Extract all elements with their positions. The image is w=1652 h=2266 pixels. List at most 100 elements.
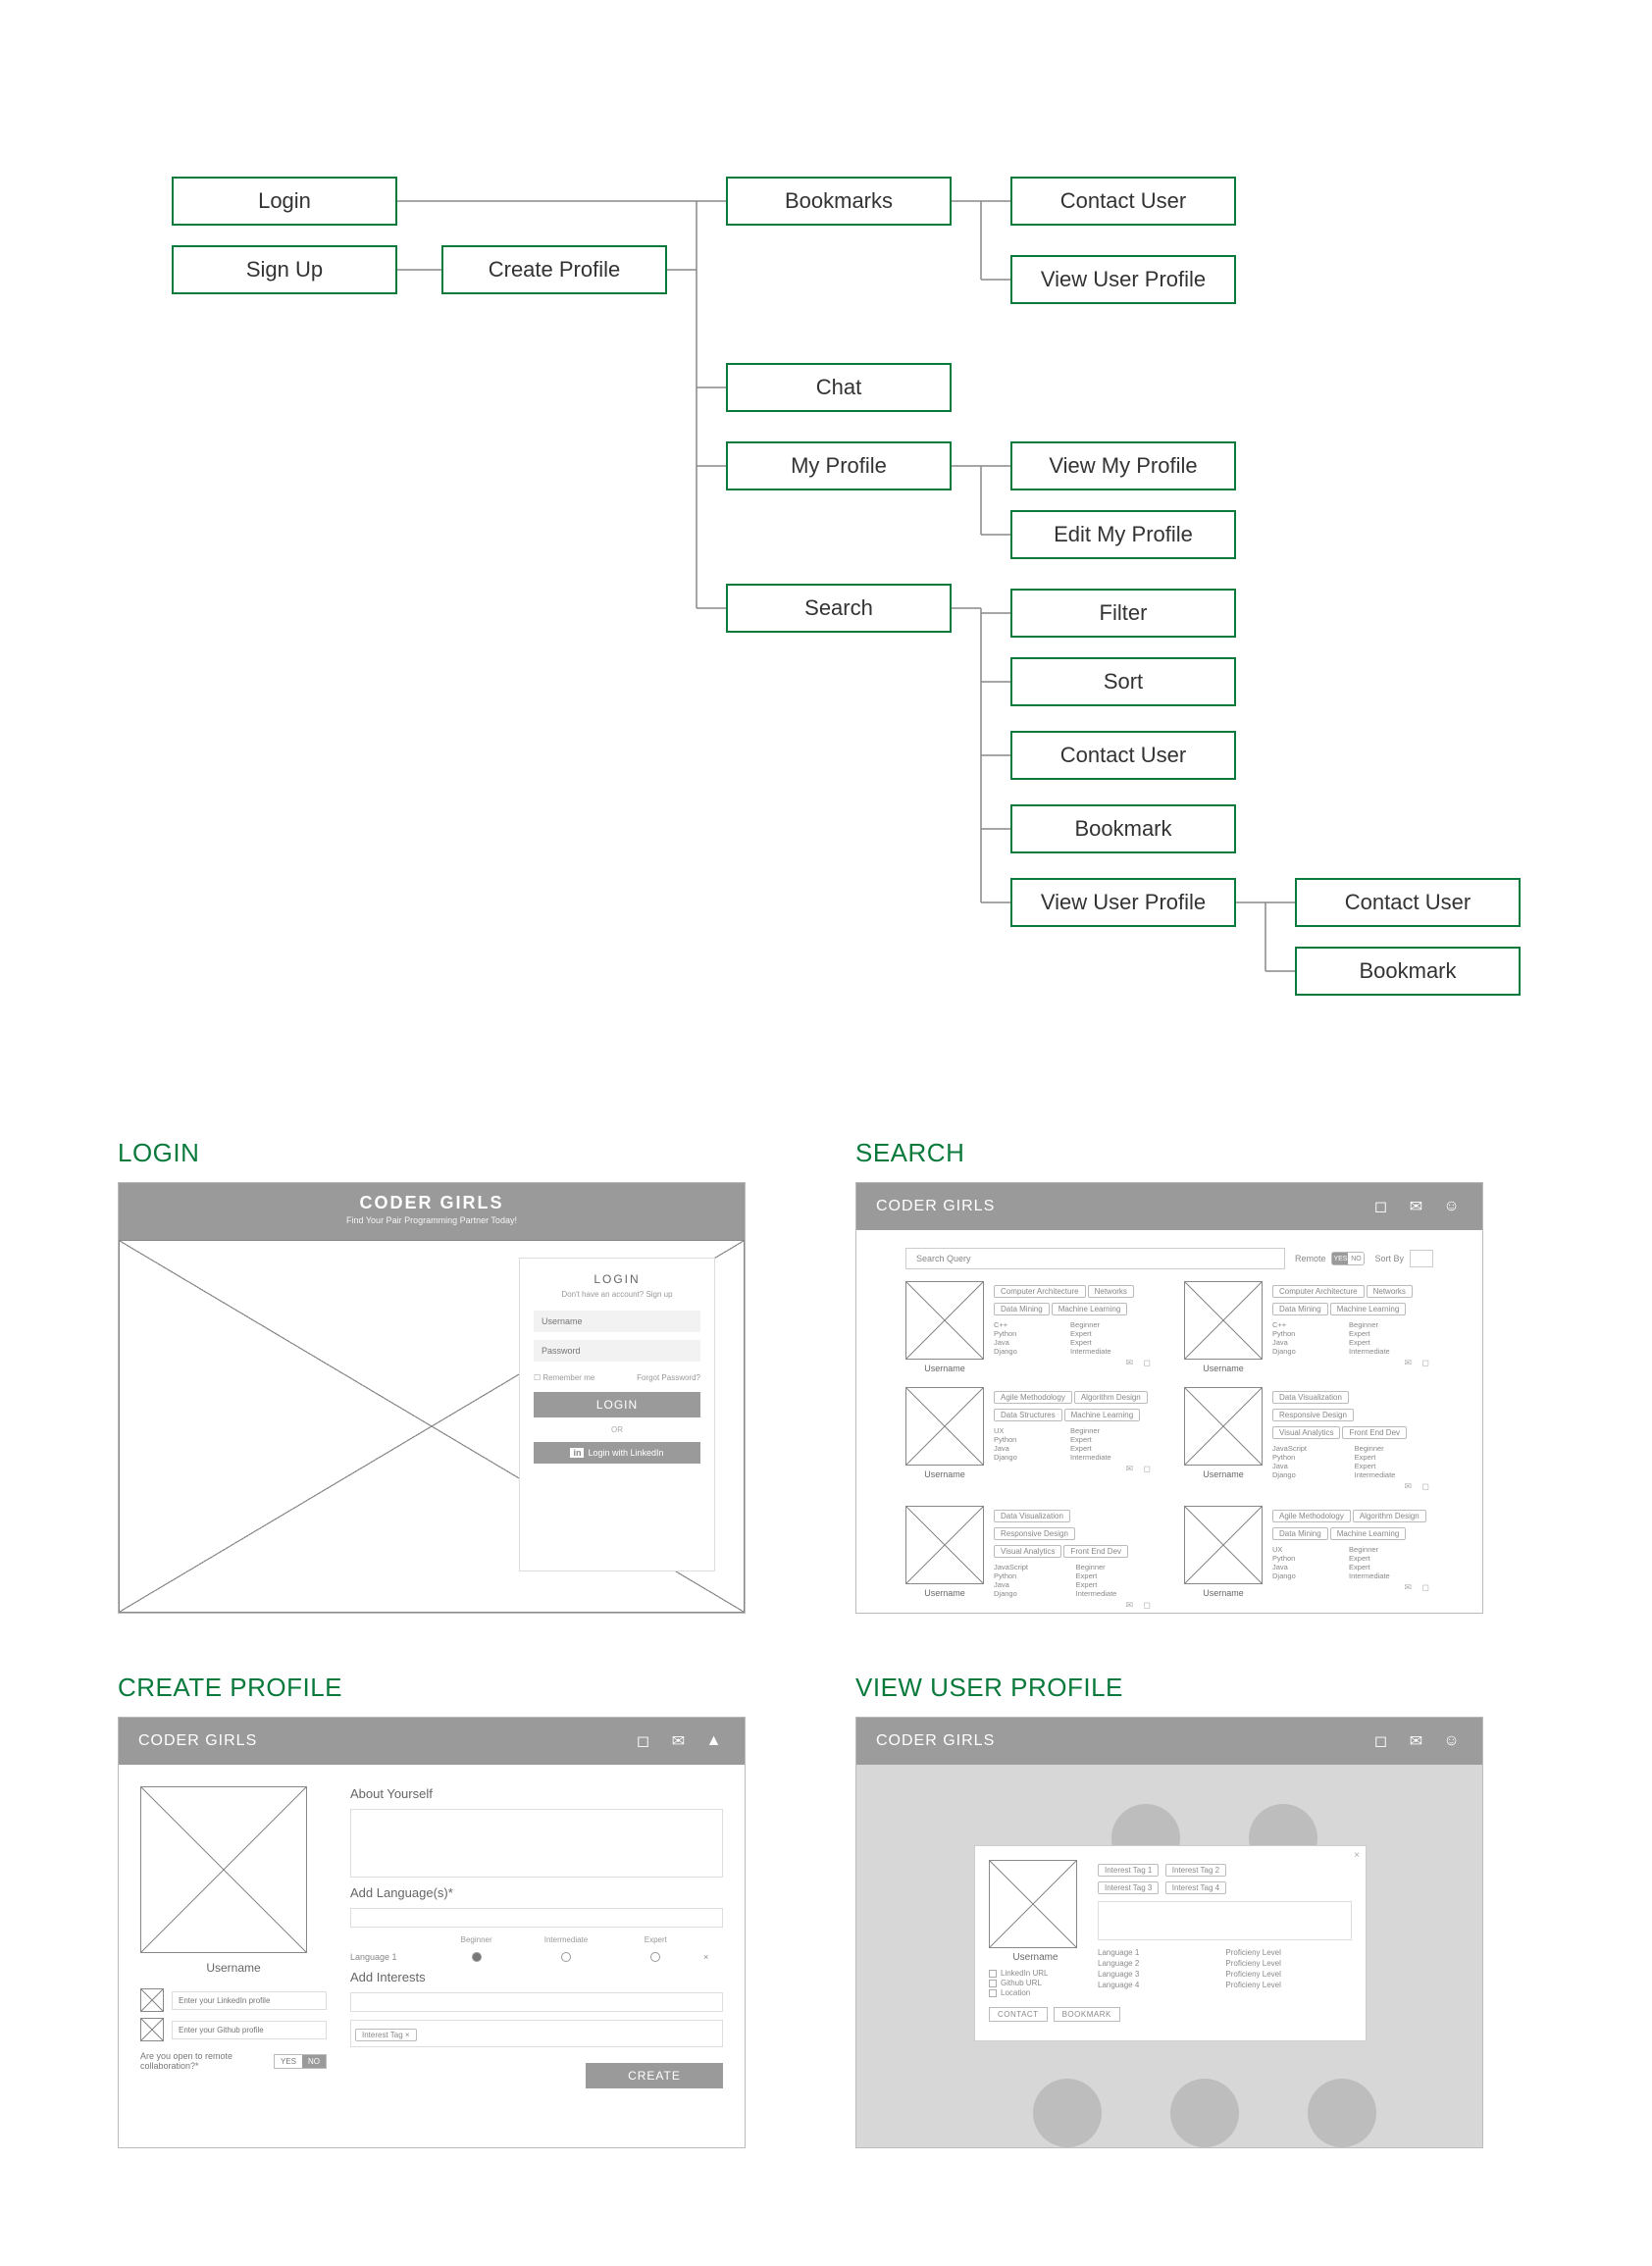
- brand: CODER GIRLS: [138, 1732, 257, 1750]
- mail-icon[interactable]: ✉: [668, 1730, 690, 1752]
- sitemap-diagram: Login Sign Up Create Profile Bookmarks C…: [0, 0, 1652, 1079]
- topbar: CODER GIRLS ◻ ✉ ▲: [119, 1718, 745, 1765]
- linkedin-login-button[interactable]: inLogin with LinkedIn: [534, 1442, 700, 1464]
- username-label: Username: [989, 1952, 1082, 1963]
- results-grid: Username Computer ArchitectureNetworks D…: [856, 1281, 1482, 1614]
- node-search: Search: [726, 584, 952, 633]
- topbar: CODER GIRLS ◻ ✉ ☺: [856, 1183, 1482, 1230]
- location-label: Location: [989, 1988, 1082, 1997]
- node-sort: Sort: [1010, 657, 1236, 706]
- result-card[interactable]: Username Data VisualizationResponsive De…: [1184, 1387, 1433, 1492]
- login-hero: CODER GIRLS Find Your Pair Programming P…: [119, 1183, 745, 1240]
- remove-lang-icon[interactable]: ×: [703, 1952, 723, 1962]
- tagline: Find Your Pair Programming Partner Today…: [119, 1215, 745, 1225]
- node-filter: Filter: [1010, 589, 1236, 638]
- radio-expert[interactable]: [650, 1952, 660, 1962]
- panel-title: LOGIN: [534, 1272, 700, 1286]
- node-contact-user-3: Contact User: [1295, 878, 1521, 927]
- or-divider: OR: [534, 1425, 700, 1434]
- node-contact-user-1: Contact User: [1010, 177, 1236, 226]
- avatar-placeholder: [989, 1860, 1077, 1948]
- node-sign-up: Sign Up: [172, 245, 397, 294]
- node-my-profile: My Profile: [726, 441, 952, 490]
- interests-input[interactable]: [350, 1992, 723, 2012]
- result-card[interactable]: Username Agile MethodologyAlgorithm Desi…: [1184, 1506, 1433, 1611]
- avatar-placeholder: [905, 1506, 984, 1584]
- remote-question: Are you open to remote collaboration?*: [140, 2051, 266, 2071]
- node-bookmark-1: Bookmark: [1010, 804, 1236, 853]
- card-action-icons[interactable]: ✉ ◻: [1272, 1481, 1433, 1492]
- node-login: Login: [172, 177, 397, 226]
- wire-title-login: LOGIN: [118, 1138, 797, 1168]
- wire-title-create: CREATE PROFILE: [118, 1673, 797, 1703]
- node-view-my-profile: View My Profile: [1010, 441, 1236, 490]
- node-create-profile: Create Profile: [441, 245, 667, 294]
- sort-control[interactable]: Sort By: [1374, 1250, 1433, 1267]
- linkedin-input[interactable]: [172, 1991, 327, 2010]
- lang-proficiency-row[interactable]: Language 1 ×: [350, 1952, 723, 1962]
- node-edit-my-profile: Edit My Profile: [1010, 510, 1236, 559]
- avatar-placeholder: [1184, 1281, 1263, 1360]
- mail-icon[interactable]: ✉: [1406, 1196, 1427, 1217]
- result-card[interactable]: Username Computer ArchitectureNetworks D…: [905, 1281, 1155, 1373]
- login-button[interactable]: LOGIN: [534, 1392, 700, 1417]
- avatar-placeholder: [1184, 1506, 1263, 1584]
- linkedin-link[interactable]: LinkedIn URL: [989, 1969, 1082, 1978]
- github-link[interactable]: Github URL: [989, 1979, 1082, 1987]
- profile-modal: × Username LinkedIn URL Github URL Locat…: [974, 1845, 1367, 2041]
- bookmark-icon[interactable]: ◻: [633, 1730, 654, 1752]
- username-input[interactable]: [534, 1311, 700, 1332]
- wireframe-search: CODER GIRLS ◻ ✉ ☺ Search Query Remote YE…: [855, 1182, 1483, 1614]
- signup-hint[interactable]: Don't have an account? Sign up: [534, 1290, 700, 1299]
- mail-icon[interactable]: ✉: [1406, 1730, 1427, 1752]
- remember-checkbox[interactable]: ☐ Remember me: [534, 1373, 594, 1382]
- user-icon[interactable]: ☺: [1441, 1196, 1463, 1217]
- username-label: Username: [140, 1961, 327, 1975]
- password-input[interactable]: [534, 1340, 700, 1362]
- interest-tag-chip[interactable]: Interest Tag ×: [350, 2020, 723, 2047]
- remote-toggle[interactable]: YESNO: [274, 2054, 327, 2069]
- avatar-upload[interactable]: [140, 1786, 307, 1953]
- close-icon[interactable]: ×: [1354, 1850, 1360, 1861]
- node-bookmark-2: Bookmark: [1295, 947, 1521, 996]
- about-textarea[interactable]: [350, 1809, 723, 1878]
- login-panel: LOGIN Don't have an account? Sign up ☐ R…: [519, 1258, 715, 1571]
- linkedin-icon: [140, 1988, 164, 2012]
- card-action-icons[interactable]: ✉ ◻: [994, 1464, 1155, 1474]
- contact-button[interactable]: CONTACT: [989, 2007, 1048, 2022]
- search-input[interactable]: Search Query: [905, 1248, 1285, 1269]
- result-card[interactable]: Username Data VisualizationResponsive De…: [905, 1506, 1155, 1611]
- card-action-icons[interactable]: ✉ ◻: [1272, 1358, 1433, 1368]
- avatar-placeholder: [1184, 1387, 1263, 1466]
- result-card[interactable]: Username Computer ArchitectureNetworks D…: [1184, 1281, 1433, 1373]
- node-bookmarks: Bookmarks: [726, 177, 952, 226]
- brand: CODER GIRLS: [876, 1732, 995, 1750]
- wire-title-view: VIEW USER PROFILE: [855, 1673, 1534, 1703]
- remote-toggle[interactable]: Remote YESNO: [1295, 1252, 1366, 1265]
- result-card[interactable]: Username Agile MethodologyAlgorithm Desi…: [905, 1387, 1155, 1492]
- bio-box: [1098, 1901, 1352, 1940]
- card-action-icons[interactable]: ✉ ◻: [1272, 1582, 1433, 1593]
- avatar-placeholder: [905, 1387, 984, 1466]
- card-action-icons[interactable]: ✉ ◻: [994, 1358, 1155, 1368]
- node-view-user-profile-2: View User Profile: [1010, 878, 1236, 927]
- about-label: About Yourself: [350, 1786, 723, 1801]
- interests-label: Add Interests: [350, 1970, 723, 1984]
- node-view-user-profile-1: View User Profile: [1010, 255, 1236, 304]
- topbar: CODER GIRLS ◻ ✉ ☺: [856, 1718, 1482, 1765]
- radio-beginner[interactable]: [472, 1952, 482, 1962]
- wireframe-view-user-profile: CODER GIRLS ◻ ✉ ☺ × Username Link: [855, 1717, 1483, 2148]
- node-chat: Chat: [726, 363, 952, 412]
- github-input[interactable]: [172, 2021, 327, 2039]
- bookmark-icon[interactable]: ◻: [1370, 1730, 1392, 1752]
- brand: CODER GIRLS: [119, 1193, 745, 1213]
- user-icon[interactable]: ▲: [703, 1730, 725, 1752]
- bookmark-icon[interactable]: ◻: [1370, 1196, 1392, 1217]
- forgot-link[interactable]: Forgot Password?: [637, 1373, 700, 1382]
- create-button[interactable]: CREATE: [586, 2063, 723, 2088]
- radio-intermediate[interactable]: [561, 1952, 571, 1962]
- card-action-icons[interactable]: ✉ ◻: [994, 1600, 1155, 1611]
- avatar-placeholder: [905, 1281, 984, 1360]
- lang-input[interactable]: [350, 1908, 723, 1928]
- user-icon[interactable]: ☺: [1441, 1730, 1463, 1752]
